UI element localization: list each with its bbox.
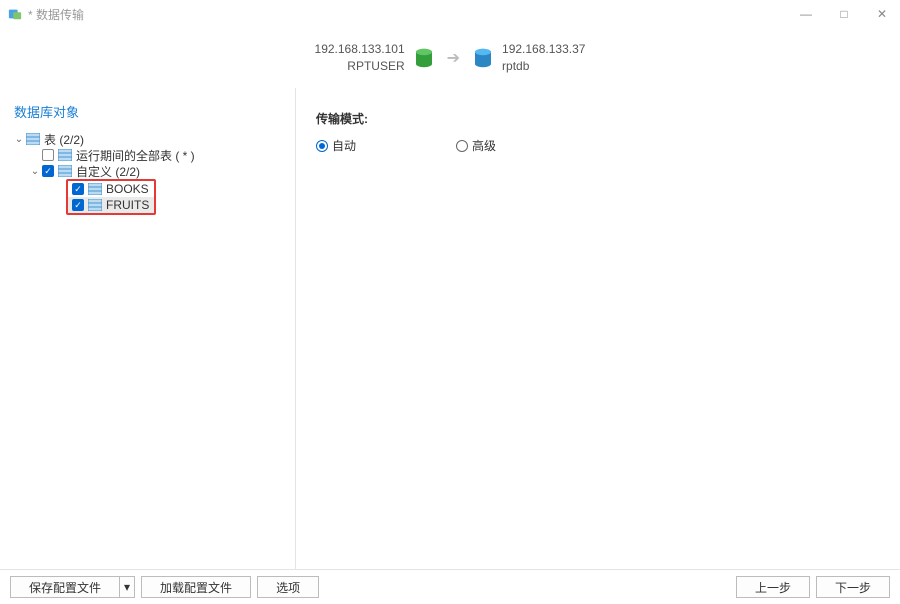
load-profile-button[interactable]: 加载配置文件 <box>141 576 251 598</box>
radio-label: 高级 <box>472 137 496 154</box>
close-icon[interactable]: ✕ <box>872 7 892 21</box>
table-icon <box>88 183 102 195</box>
button-label: 下一步 <box>835 579 871 596</box>
target-db: rptdb <box>502 58 585 75</box>
checkbox[interactable]: ✓ <box>72 183 84 195</box>
tree-label: 自定义 (2/2) <box>76 163 140 180</box>
radio-auto[interactable]: 自动 <box>316 137 356 154</box>
tree-label: 表 (2/2) <box>44 131 84 148</box>
tree-label: 运行期间的全部表 ( * ) <box>76 147 195 164</box>
next-button[interactable]: 下一步 <box>816 576 890 598</box>
highlight-annotation: ✓ BOOKS ✓ FRUITS <box>66 179 156 215</box>
connection-bar: 192.168.133.101 RPTUSER ➔ 192.168.133.37… <box>0 28 900 88</box>
objects-panel: 数据库对象 ⌄ 表 (2/2) 运行期间的全部表 ( * ) ⌄ ✓ 自定义 (… <box>0 88 296 569</box>
save-profile-button[interactable]: 保存配置文件 <box>10 576 120 598</box>
database-icon <box>474 48 492 68</box>
source-text: 192.168.133.101 RPTUSER <box>315 41 405 75</box>
transfer-mode-label: 传输模式: <box>316 110 880 127</box>
radio-dot-icon <box>316 140 328 152</box>
maximize-icon[interactable]: □ <box>834 7 854 21</box>
tree-label: BOOKS <box>106 182 149 196</box>
settings-panel: 传输模式: 自动 高级 <box>296 88 900 569</box>
titlebar: * 数据传输 — □ ✕ <box>0 0 900 28</box>
table-icon <box>26 133 40 145</box>
tree-leaf-fruits[interactable]: ✓ FRUITS <box>68 197 154 213</box>
transfer-mode-radios: 自动 高级 <box>316 137 880 154</box>
radio-advanced[interactable]: 高级 <box>456 137 496 154</box>
button-label: 上一步 <box>755 579 791 596</box>
section-title: 数据库对象 <box>8 98 287 131</box>
save-profile-dropdown[interactable]: ▾ <box>120 576 135 598</box>
tree-label: FRUITS <box>106 198 149 212</box>
table-icon <box>88 199 102 211</box>
footer-bar: 保存配置文件 ▾ 加载配置文件 选项 上一步 下一步 <box>0 570 900 604</box>
target-text: 192.168.133.37 rptdb <box>502 41 585 75</box>
main-area: 数据库对象 ⌄ 表 (2/2) 运行期间的全部表 ( * ) ⌄ ✓ 自定义 (… <box>0 88 900 570</box>
tree-node-custom[interactable]: ⌄ ✓ 自定义 (2/2) <box>8 163 287 179</box>
checkbox[interactable] <box>42 149 54 161</box>
database-icon <box>415 48 433 68</box>
checkbox[interactable]: ✓ <box>72 199 84 211</box>
window-controls: — □ ✕ <box>796 7 892 21</box>
table-icon <box>58 165 72 177</box>
radio-label: 自动 <box>332 137 356 154</box>
button-label: 选项 <box>276 579 300 596</box>
target-host: 192.168.133.37 <box>502 41 585 58</box>
prev-button[interactable]: 上一步 <box>736 576 810 598</box>
tree-leaf-books[interactable]: ✓ BOOKS <box>68 181 154 197</box>
tree-node-tables[interactable]: ⌄ 表 (2/2) <box>8 131 287 147</box>
radio-dot-icon <box>456 140 468 152</box>
minimize-icon[interactable]: — <box>796 7 816 21</box>
options-button[interactable]: 选项 <box>257 576 319 598</box>
window-title: * 数据传输 <box>28 6 84 23</box>
chevron-down-icon[interactable]: ⌄ <box>28 166 42 177</box>
chevron-down-icon[interactable]: ⌄ <box>12 134 26 145</box>
source-host: 192.168.133.101 <box>315 41 405 58</box>
button-label: 加载配置文件 <box>160 579 232 596</box>
tree-node-runtime-all[interactable]: 运行期间的全部表 ( * ) <box>8 147 287 163</box>
target-connection: 192.168.133.37 rptdb <box>474 41 585 75</box>
checkbox[interactable]: ✓ <box>42 165 54 177</box>
save-profile-group: 保存配置文件 ▾ <box>10 576 135 598</box>
button-label: 保存配置文件 <box>29 579 101 596</box>
app-icon <box>8 7 22 21</box>
source-connection: 192.168.133.101 RPTUSER <box>315 41 433 75</box>
arrow-right-icon: ➔ <box>447 48 460 68</box>
source-user: RPTUSER <box>315 58 405 75</box>
table-icon <box>58 149 72 161</box>
